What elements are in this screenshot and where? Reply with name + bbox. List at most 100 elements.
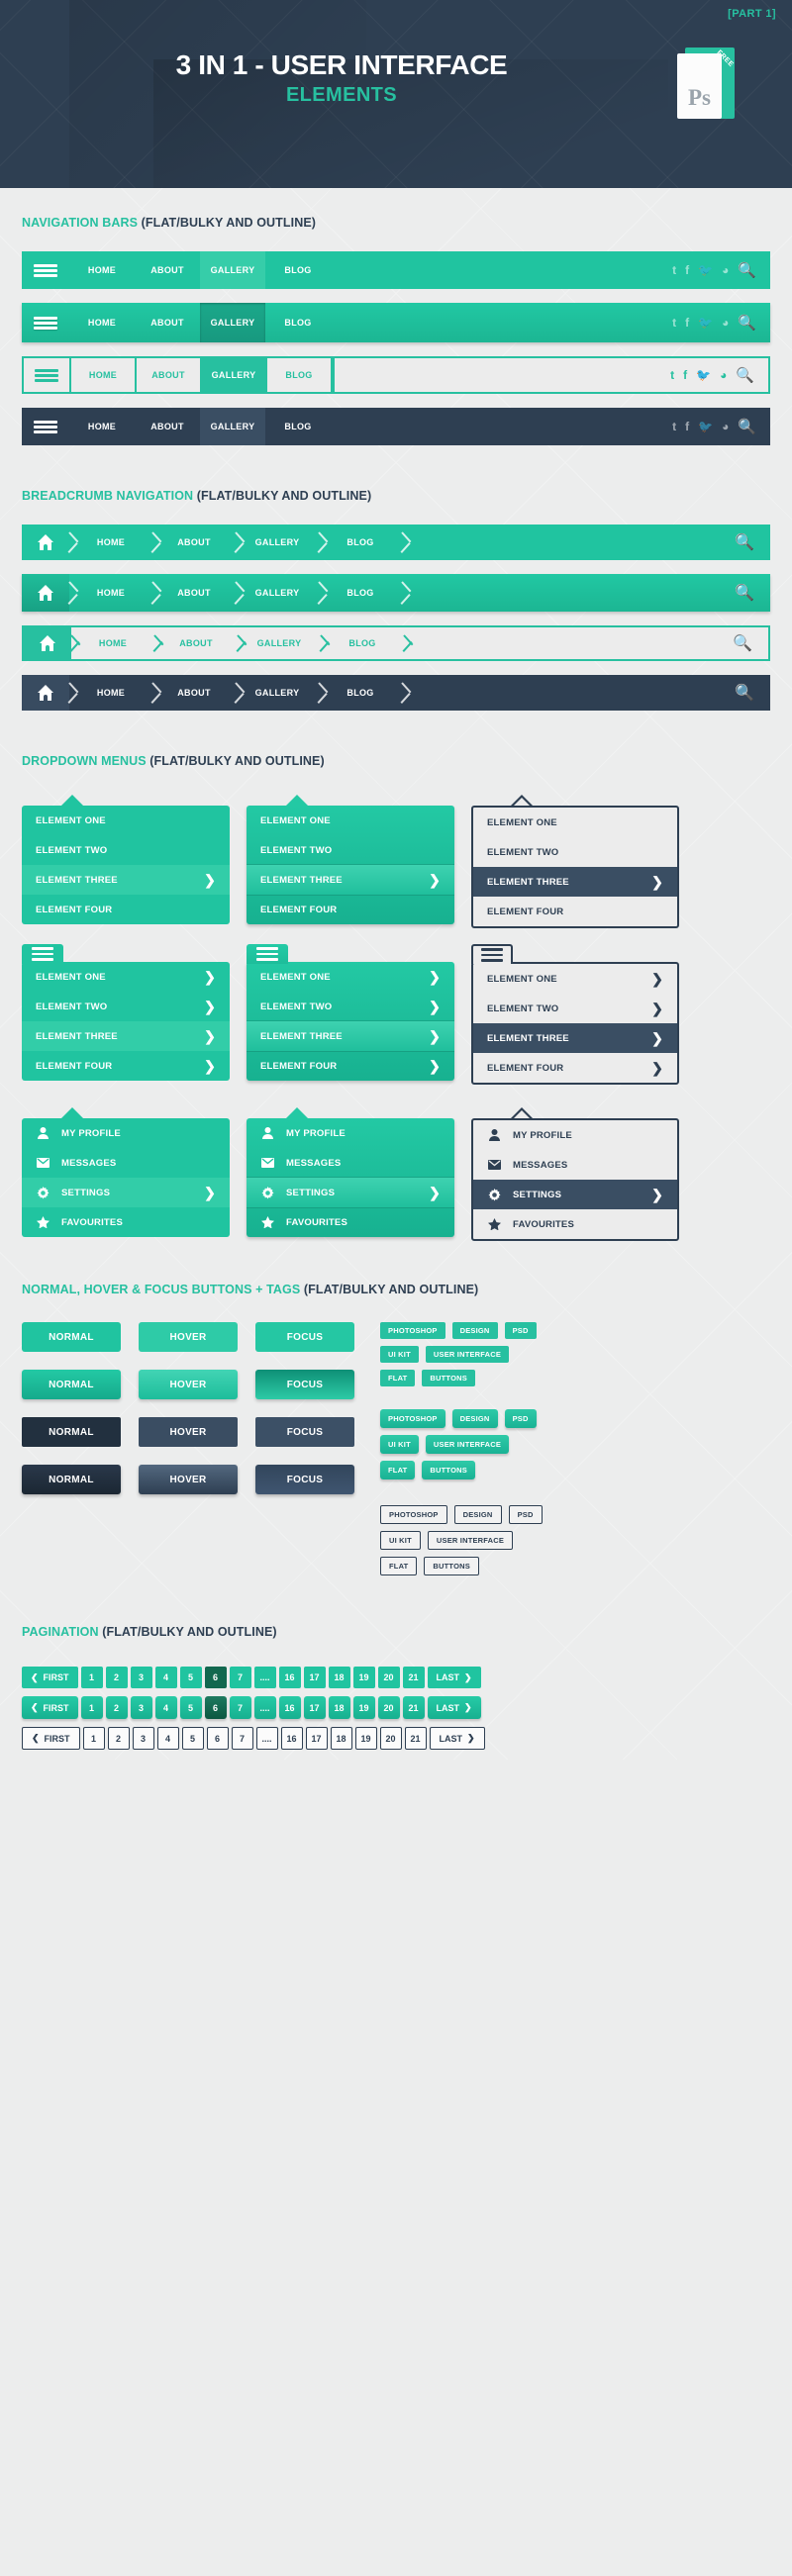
rss-icon[interactable]: ◕ [722, 317, 729, 329]
nav-item-home[interactable]: HOME [69, 251, 135, 289]
breadcrumb-outline[interactable]: HOME ABOUT GALLERY BLOG 🔍 [22, 625, 770, 661]
button-flat-focus[interactable]: FOCUS [255, 1322, 354, 1352]
menu-item-messages[interactable]: MESSAGES [22, 1148, 230, 1178]
menu-item[interactable]: ELEMENT TWO [247, 835, 454, 865]
pagination-page[interactable]: 16 [278, 1696, 301, 1719]
tag-flat[interactable]: FLAT [380, 1461, 416, 1479]
twitter-icon[interactable]: 🐦 [698, 421, 713, 432]
facebook-icon[interactable]: f [683, 369, 687, 381]
pagination-page[interactable]: 17 [303, 1667, 326, 1688]
button-flat-normal[interactable]: NORMAL [22, 1322, 121, 1352]
dropdown-outline-icons[interactable]: MY PROFILE MESSAGES SETTINGS ❯ FAVOURITES [471, 1107, 679, 1241]
pagination-page[interactable]: 2 [105, 1696, 128, 1719]
menu-item[interactable]: ELEMENT ONE [247, 806, 454, 835]
hamburger-icon[interactable] [247, 944, 288, 964]
pagination-page[interactable]: .... [253, 1696, 276, 1719]
tag-user-interface[interactable]: USER INTERFACE [425, 1435, 510, 1454]
menu-item-favourites[interactable]: FAVOURITES [473, 1209, 677, 1239]
dropdown-bulky-icons[interactable]: MY PROFILE MESSAGES SETTINGS ❯ FAVOURITES [247, 1107, 454, 1241]
menu-item-messages[interactable]: MESSAGES [247, 1148, 454, 1178]
button-bulky-hover[interactable]: HOVER [139, 1370, 238, 1399]
menu-item[interactable]: ELEMENT TWO ❯ [247, 992, 454, 1021]
button-dark-focus[interactable]: FOCUS [255, 1417, 354, 1447]
menu-item-favourites[interactable]: FAVOURITES [247, 1207, 454, 1237]
button-bulky-focus[interactable]: FOCUS [255, 1370, 354, 1399]
tag-ui-kit[interactable]: UI KIT [380, 1531, 421, 1550]
menu-item[interactable]: ELEMENT TWO ❯ [473, 994, 677, 1023]
menu-item-active[interactable]: ELEMENT THREE ❯ [22, 1021, 230, 1051]
menu-item-settings[interactable]: SETTINGS ❯ [247, 1178, 454, 1207]
navbar-dark[interactable]: HOME ABOUT GALLERY BLOG t f 🐦 ◕ 🔍 [22, 408, 770, 445]
facebook-icon[interactable]: f [685, 264, 689, 276]
twitter-icon[interactable]: 🐦 [698, 264, 713, 276]
breadcrumb-bulky[interactable]: HOME ABOUT GALLERY BLOG 🔍 [22, 574, 770, 612]
pagination-page[interactable]: 19 [352, 1696, 375, 1719]
search-icon[interactable]: 🔍 [738, 420, 756, 434]
hamburger-icon[interactable] [24, 358, 71, 392]
nav-item-gallery[interactable]: GALLERY [200, 408, 265, 445]
button-darkbulky-focus[interactable]: FOCUS [255, 1465, 354, 1494]
navbar-flat[interactable]: HOME ABOUT GALLERY BLOG t f 🐦 ◕ 🔍 [22, 251, 770, 289]
tag-buttons[interactable]: BUTTONS [424, 1557, 479, 1575]
tumblr-icon[interactable]: t [672, 317, 676, 329]
pagination-page[interactable]: 16 [280, 1727, 303, 1750]
pagination-bulky[interactable]: ❮ FIRST 1 2 3 4 5 6 7.... 16 17 18 19 20 21 LAST ❯ [22, 1696, 770, 1719]
pagination-first[interactable]: ❮ FIRST [22, 1667, 78, 1688]
menu-item-settings[interactable]: SETTINGS ❯ [22, 1178, 230, 1207]
tag-ui-kit[interactable]: UI KIT [380, 1435, 419, 1454]
pagination-page[interactable]: 4 [154, 1696, 177, 1719]
hamburger-icon[interactable] [22, 408, 69, 445]
pagination-flat[interactable]: ❮ FIRST 1 2 3 4 5 6 7.... 16 17 18 19 20 21 LAST ❯ [22, 1667, 770, 1688]
nav-item-gallery[interactable]: GALLERY [202, 358, 267, 392]
pagination-page[interactable]: 21 [404, 1727, 427, 1750]
pagination-page[interactable]: 21 [402, 1696, 425, 1719]
nav-item-blog[interactable]: BLOG [265, 408, 331, 445]
menu-item-favourites[interactable]: FAVOURITES [22, 1207, 230, 1237]
dropdown-flat-simple[interactable]: ELEMENT ONE ELEMENT TWO ELEMENT THREE ❯ … [22, 795, 230, 928]
pagination-page[interactable]: 5 [179, 1667, 202, 1688]
menu-item-my-profile[interactable]: MY PROFILE [22, 1118, 230, 1148]
pagination-page-current[interactable]: 6 [206, 1727, 229, 1750]
pagination-page[interactable]: 1 [80, 1667, 103, 1688]
menu-item[interactable]: ELEMENT FOUR [247, 895, 454, 924]
tag-psd[interactable]: PSD [504, 1409, 537, 1428]
nav-item-home[interactable]: HOME [71, 358, 137, 392]
menu-item-active[interactable]: ELEMENT THREE ❯ [247, 865, 454, 895]
tag-photoshop[interactable]: PHOTOSHOP [380, 1505, 447, 1524]
tumblr-icon[interactable]: t [672, 421, 676, 432]
home-icon[interactable] [22, 525, 69, 560]
tag-psd[interactable]: PSD [508, 1505, 543, 1524]
pagination-page[interactable]: .... [255, 1727, 278, 1750]
pagination-first[interactable]: ❮ FIRST [22, 1727, 80, 1750]
hamburger-icon[interactable] [22, 251, 69, 289]
breadcrumb-flat[interactable]: HOME ABOUT GALLERY BLOG 🔍 [22, 525, 770, 560]
hamburger-icon[interactable] [471, 944, 513, 964]
dropdown-flat-arrows[interactable]: ELEMENT ONE ❯ ELEMENT TWO ❯ ELEMENT THREE ❯… [22, 944, 230, 1085]
pagination-page[interactable]: 1 [82, 1727, 105, 1750]
menu-item[interactable]: ELEMENT ONE ❯ [22, 962, 230, 992]
menu-item-active[interactable]: ELEMENT THREE ❯ [247, 1021, 454, 1051]
pagination-page[interactable]: 17 [303, 1696, 326, 1719]
home-icon[interactable] [22, 675, 69, 711]
pagination-outline[interactable]: ❮ FIRST 1 2 3 4 5 6 7.... 16 17 18 19 20 21 LAST ❯ [22, 1727, 770, 1750]
tag-flat[interactable]: FLAT [380, 1370, 416, 1386]
pagination-page[interactable]: 2 [107, 1727, 130, 1750]
pagination-last[interactable]: LAST ❯ [429, 1727, 485, 1750]
search-icon[interactable]: 🔍 [735, 683, 770, 703]
nav-item-home[interactable]: HOME [69, 303, 135, 342]
nav-item-about[interactable]: ABOUT [135, 408, 200, 445]
nav-item-gallery[interactable]: GALLERY [200, 303, 265, 342]
menu-item-active[interactable]: ELEMENT THREE ❯ [473, 1023, 677, 1053]
menu-item-settings[interactable]: SETTINGS ❯ [473, 1180, 677, 1209]
pagination-page[interactable]: 18 [328, 1696, 350, 1719]
button-dark-hover[interactable]: HOVER [139, 1417, 238, 1447]
navbar-outline[interactable]: HOME ABOUT GALLERY BLOG t f 🐦 ◕ 🔍 [22, 356, 770, 394]
tag-design[interactable]: DESIGN [451, 1322, 498, 1339]
rss-icon[interactable]: ◕ [722, 421, 729, 432]
pagination-last[interactable]: LAST ❯ [427, 1667, 481, 1688]
tag-design[interactable]: DESIGN [453, 1505, 502, 1524]
pagination-page[interactable]: 5 [179, 1696, 202, 1719]
pagination-page[interactable]: 19 [354, 1727, 377, 1750]
search-icon[interactable]: 🔍 [738, 263, 756, 278]
twitter-icon[interactable]: 🐦 [696, 369, 711, 381]
